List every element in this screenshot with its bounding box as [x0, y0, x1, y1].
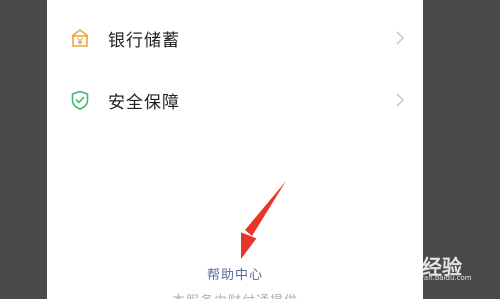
chevron-right-icon — [396, 93, 405, 107]
menu-item-bank-savings[interactable]: 银行储蓄 — [47, 3, 423, 73]
chevron-right-icon — [396, 31, 405, 45]
provider-note: 本服务由财付通提供 — [47, 290, 423, 299]
menu-item-security[interactable]: 安全保障 — [47, 65, 423, 135]
menu-item-label: 银行储蓄 — [108, 30, 180, 51]
watermark-sub: jingyan.baidu.com — [407, 274, 472, 282]
menu-item-label: 安全保障 — [108, 92, 180, 113]
bank-icon — [71, 29, 89, 47]
baidu-watermark: Baidu 经验 jingyan.baidu.com — [360, 247, 472, 282]
shield-icon — [71, 90, 89, 110]
